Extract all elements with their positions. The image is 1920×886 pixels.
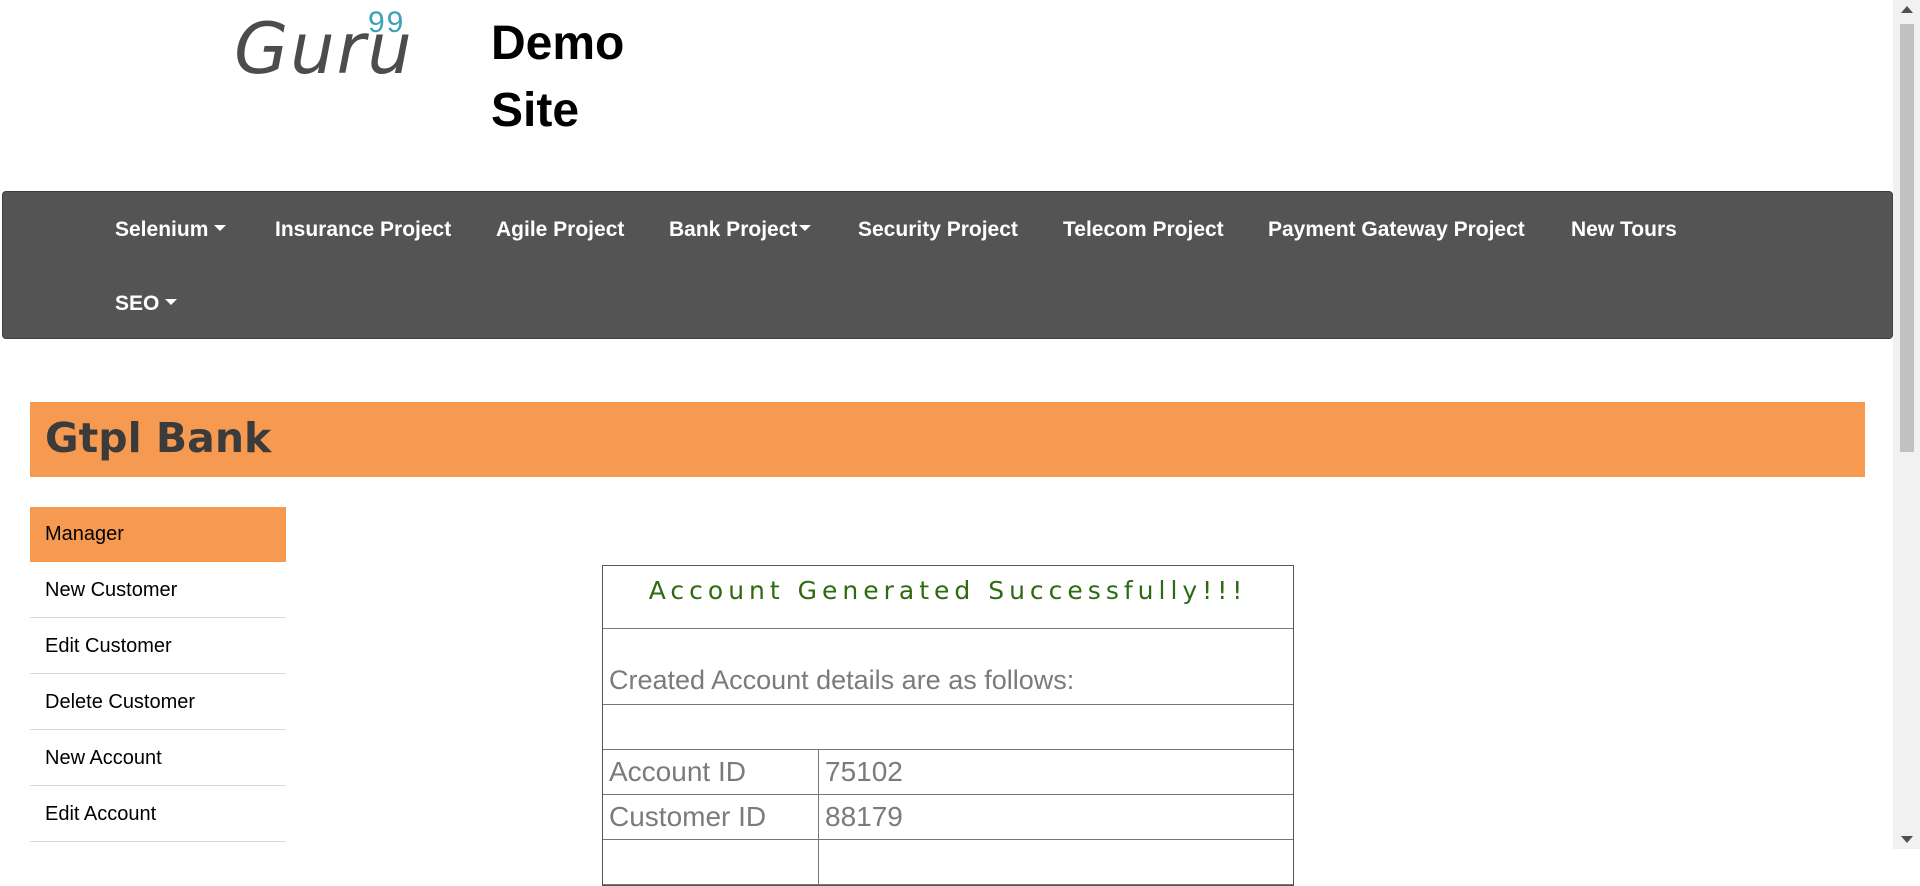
table-cell <box>819 840 1293 884</box>
sidebar-item-label: Edit Customer <box>45 635 172 657</box>
nav-item-security-project[interactable]: Security Project <box>858 218 1018 242</box>
account-details-table: Account Generated Successfully!!! Create… <box>602 565 1294 886</box>
empty-row <box>603 705 1293 750</box>
caret-down-icon <box>799 225 812 232</box>
nav-item-label: Agile Project <box>496 218 625 241</box>
vertical-scrollbar[interactable] <box>1893 0 1920 849</box>
bank-title: Gtpl Bank <box>45 414 272 462</box>
scrollbar-thumb[interactable] <box>1900 24 1914 452</box>
nav-item-new-tours[interactable]: New Tours <box>1571 218 1677 242</box>
main-navbar: Selenium Insurance Project Agile Project… <box>2 191 1893 339</box>
details-subheading-row: Created Account details are as follows: <box>603 629 1293 705</box>
nav-item-telecom-project[interactable]: Telecom Project <box>1063 218 1224 242</box>
nav-item-label: Payment Gateway Project <box>1268 218 1525 241</box>
sidebar-item-new-customer[interactable]: New Customer <box>30 563 286 618</box>
sidebar-item-label: Edit Account <box>45 803 157 825</box>
nav-item-label: SEO <box>115 292 160 315</box>
scroll-up-arrow-icon[interactable] <box>1901 6 1913 13</box>
sidebar-item-label: New Account <box>45 747 162 769</box>
sidebar-item-delete-customer[interactable]: Delete Customer <box>30 675 286 730</box>
nav-item-label: Selenium <box>115 218 209 241</box>
nav-item-label: Insurance Project <box>275 218 452 241</box>
caret-down-icon <box>165 299 178 306</box>
details-subheading: Created Account details are as follows: <box>609 665 1075 695</box>
success-heading: Account Generated Successfully!!! <box>603 566 1293 629</box>
caret-down-icon <box>214 225 227 232</box>
nav-item-selenium[interactable]: Selenium <box>115 218 227 242</box>
sidebar-item-label: Delete Customer <box>45 691 196 713</box>
table-row: Account ID 75102 <box>603 750 1293 795</box>
nav-item-agile-project[interactable]: Agile Project <box>496 218 624 242</box>
sidebar-item-edit-account[interactable]: Edit Account <box>30 787 286 842</box>
sidebar-item-manager[interactable]: Manager <box>30 507 286 562</box>
account-id-label: Account ID <box>603 750 819 794</box>
nav-item-label: New Tours <box>1571 218 1677 241</box>
sidebar-menu: Manager New Customer Edit Customer Delet… <box>30 507 286 843</box>
nav-item-label: Telecom Project <box>1063 218 1224 241</box>
sidebar-item-label: Manager <box>45 523 124 545</box>
sidebar-item-edit-customer[interactable]: Edit Customer <box>30 619 286 674</box>
nav-item-label: Security Project <box>858 218 1018 241</box>
bank-header: Gtpl Bank <box>30 402 1865 477</box>
guru99-logo[interactable]: Guru 99 <box>234 8 414 85</box>
table-cell <box>603 840 819 884</box>
nav-item-bank-project[interactable]: Bank Project <box>669 218 812 242</box>
site-title-line2: Site <box>491 84 580 137</box>
table-row: Customer ID 88179 <box>603 795 1293 840</box>
account-id-value: 75102 <box>825 756 903 787</box>
nav-item-payment-gateway-project[interactable]: Payment Gateway Project <box>1268 218 1525 242</box>
customer-id-value: 88179 <box>825 801 903 832</box>
nav-item-insurance-project[interactable]: Insurance Project <box>275 218 451 242</box>
site-title-line1: Demo <box>491 17 625 70</box>
customer-id-label: Customer ID <box>603 795 819 839</box>
site-title: Demo Site <box>491 10 624 144</box>
sidebar-item-new-account[interactable]: New Account <box>30 731 286 786</box>
nav-item-label: Bank Project <box>669 218 798 241</box>
nav-item-seo[interactable]: SEO <box>115 292 178 316</box>
table-row <box>603 840 1293 885</box>
sidebar-item-label: New Customer <box>45 579 178 601</box>
logo-superscript: 99 <box>368 6 406 39</box>
scroll-down-arrow-icon[interactable] <box>1901 836 1913 843</box>
